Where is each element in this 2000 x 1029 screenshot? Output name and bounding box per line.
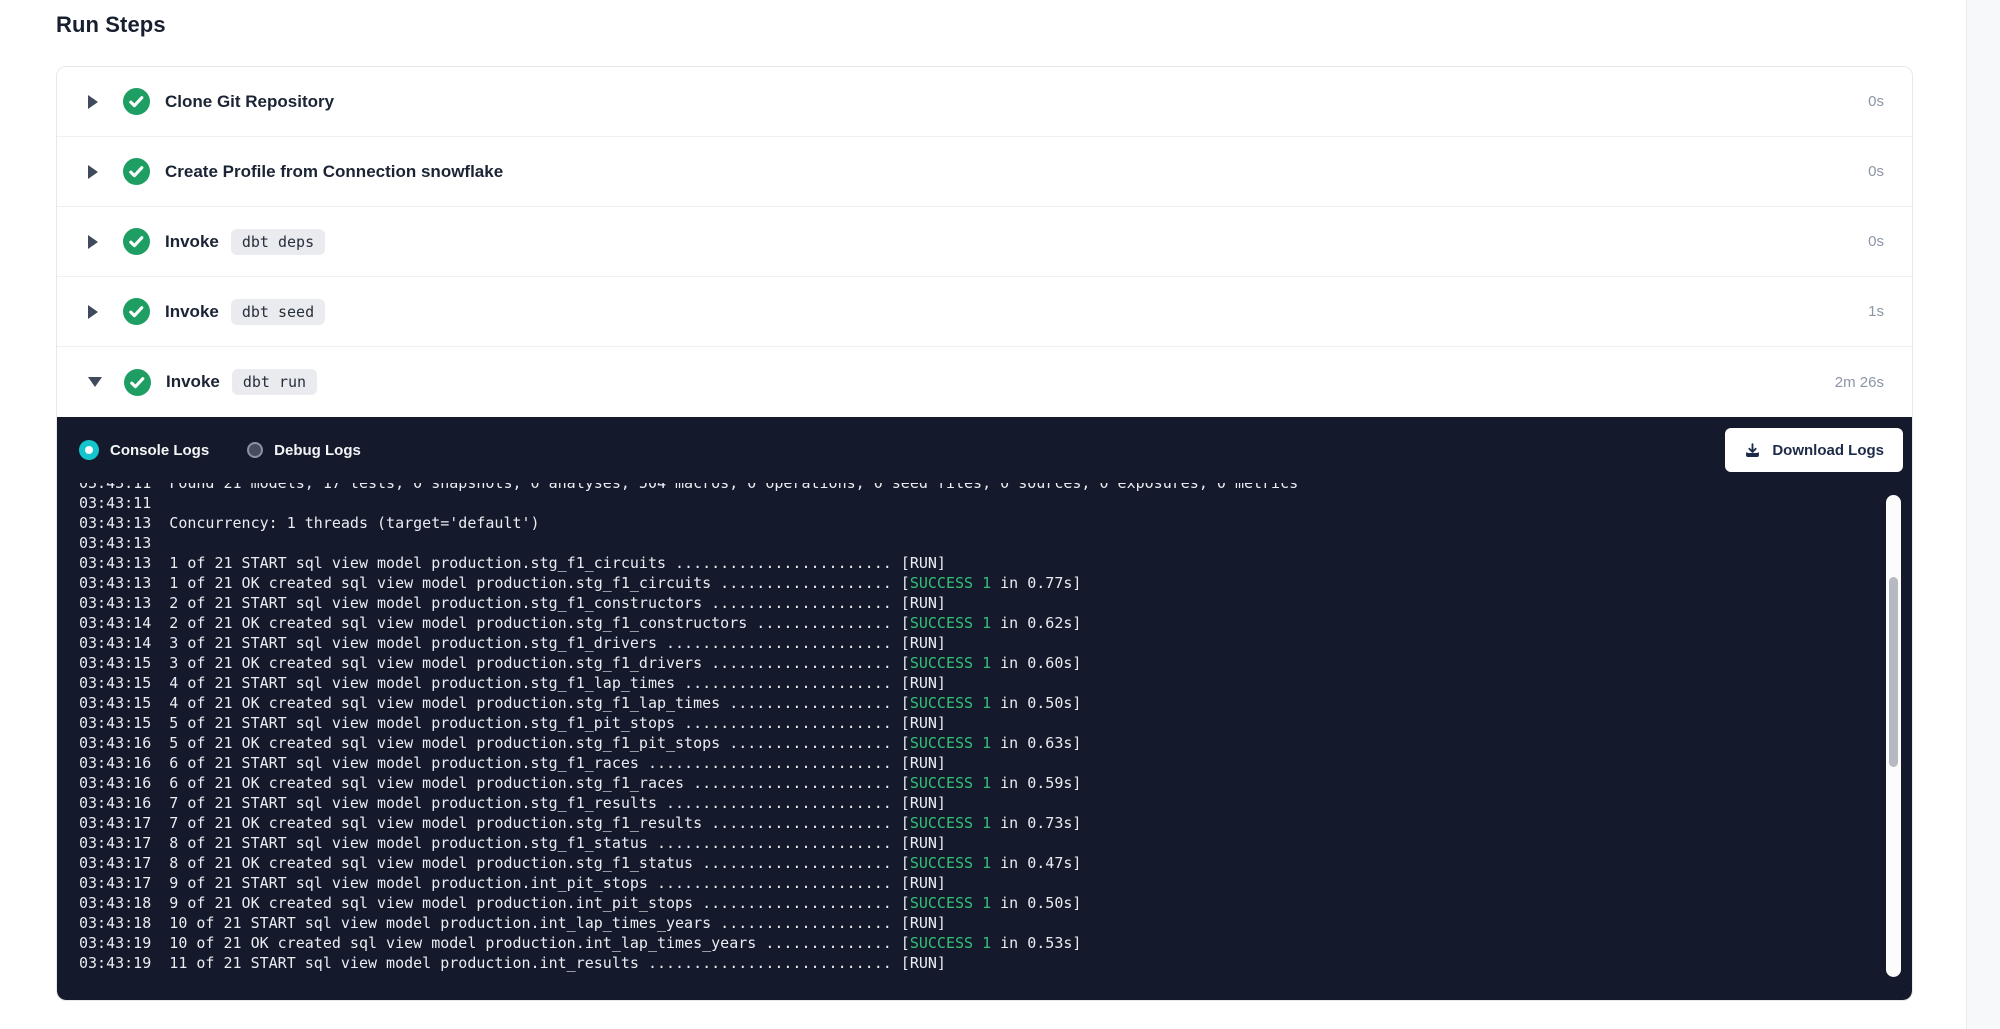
console-logs-radio[interactable]: Console Logs [79,440,209,460]
log-line: 03:43:17 7 of 21 OK created sql view mod… [79,813,1912,833]
log-line: 03:43:18 9 of 21 OK created sql view mod… [79,893,1912,913]
step-label: Create Profile from Connection snowflake [165,162,503,182]
log-line: 03:43:16 6 of 21 START sql view model pr… [79,753,1912,773]
download-icon [1744,442,1761,459]
log-line: 03:43:15 5 of 21 START sql view model pr… [79,713,1912,733]
log-line: 03:43:13 1 of 21 OK created sql view mod… [79,573,1912,593]
log-line: 03:43:14 2 of 21 OK created sql view mod… [79,613,1912,633]
step-label: Invoke [165,232,219,252]
scrollbar-thumb[interactable] [1889,577,1898,767]
step-label: Invoke [165,302,219,322]
log-line: 03:43:13 2 of 21 START sql view model pr… [79,593,1912,613]
success-check-icon [124,369,151,396]
log-line: 03:43:15 3 of 21 OK created sql view mod… [79,653,1912,673]
log-line: 03:43:19 10 of 21 OK created sql view mo… [79,933,1912,953]
success-check-icon [123,158,150,185]
run-steps-card: Clone Git Repository 0s Create Profile f… [56,66,1913,1001]
log-line: 03:43:13 [79,533,1912,553]
run-steps-section: Run Steps Clone Git Repository 0s Create… [0,0,2000,1001]
console-log-viewport: 03:43:11 Found 21 models, 17 tests, 0 sn… [57,483,1912,1000]
log-line: 03:43:19 11 of 21 START sql view model p… [79,953,1912,973]
console-panel: Console Logs Debug Logs Download Logs [57,417,1912,1000]
chevron-icon[interactable] [88,95,98,109]
success-check-icon [123,88,150,115]
run-step-row[interactable]: Invoke dbt run 2m 26s [57,347,1912,417]
console-logs-label: Console Logs [110,442,209,459]
step-duration: 0s [1868,163,1884,180]
step-duration: 2m 26s [1835,374,1884,391]
step-command-badge: dbt run [232,369,317,395]
log-line: 03:43:13 1 of 21 START sql view model pr… [79,553,1912,573]
log-line: 03:43:13 Concurrency: 1 threads (target=… [79,513,1912,533]
page-title: Run Steps [56,12,2000,38]
chevron-icon[interactable] [88,165,98,179]
run-step-row[interactable]: Invoke dbt seed 1s [57,277,1912,347]
chevron-icon[interactable] [88,235,98,249]
log-line: 03:43:17 8 of 21 START sql view model pr… [79,833,1912,853]
step-duration: 0s [1868,233,1884,250]
debug-logs-label: Debug Logs [274,442,361,459]
log-line: 03:43:15 4 of 21 OK created sql view mod… [79,693,1912,713]
chevron-icon[interactable] [88,377,102,387]
log-line: 03:43:16 5 of 21 OK created sql view mod… [79,733,1912,753]
log-line: 03:43:11 Found 21 models, 17 tests, 0 sn… [79,483,1912,493]
download-logs-button[interactable]: Download Logs [1725,428,1903,472]
step-duration: 0s [1868,93,1884,110]
adjacent-panel-edge [1966,0,2000,1029]
log-line: 03:43:18 10 of 21 START sql view model p… [79,913,1912,933]
log-line: 03:43:17 9 of 21 START sql view model pr… [79,873,1912,893]
run-step-row[interactable]: Clone Git Repository 0s [57,67,1912,137]
success-check-icon [123,298,150,325]
run-step-row[interactable]: Invoke dbt deps 0s [57,207,1912,277]
console-header: Console Logs Debug Logs Download Logs [57,417,1912,483]
download-logs-label: Download Logs [1772,442,1884,459]
run-steps-list: Clone Git Repository 0s Create Profile f… [57,67,1912,417]
scrollbar-track[interactable] [1886,495,1901,977]
step-command-badge: dbt deps [231,229,325,255]
radio-selected-icon[interactable] [79,440,99,460]
log-line: 03:43:17 8 of 21 OK created sql view mod… [79,853,1912,873]
log-line: 03:43:16 6 of 21 OK created sql view mod… [79,773,1912,793]
run-step-row[interactable]: Create Profile from Connection snowflake… [57,137,1912,207]
success-check-icon [123,228,150,255]
step-label: Invoke [166,372,220,392]
log-line: 03:43:16 7 of 21 START sql view model pr… [79,793,1912,813]
chevron-icon[interactable] [88,305,98,319]
console-log-output: 03:43:11 Found 21 models, 17 tests, 0 sn… [79,483,1912,973]
log-line: 03:43:11 [79,493,1912,513]
log-line: 03:43:15 4 of 21 START sql view model pr… [79,673,1912,693]
log-line: 03:43:14 3 of 21 START sql view model pr… [79,633,1912,653]
radio-unselected-icon[interactable] [247,442,263,458]
step-duration: 1s [1868,303,1884,320]
step-command-badge: dbt seed [231,299,325,325]
step-label: Clone Git Repository [165,92,334,112]
debug-logs-radio[interactable]: Debug Logs [247,442,361,459]
